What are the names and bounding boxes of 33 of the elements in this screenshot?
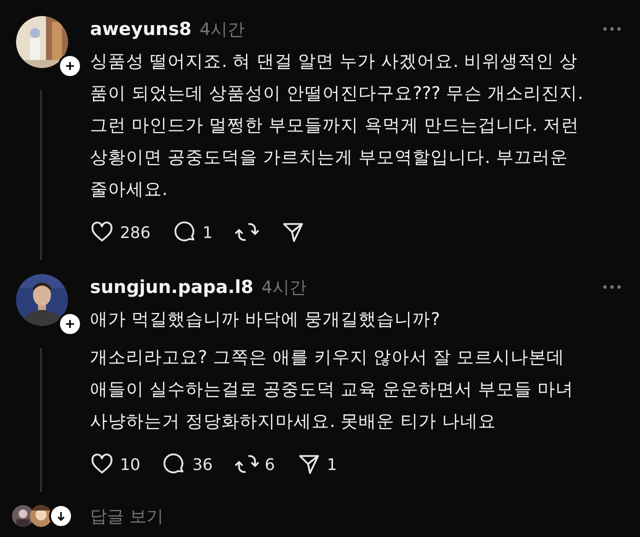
comment-text: 사냥하는거 정당화하지마세요. 못배운 티가 나네요 [90, 411, 496, 434]
plus-icon [65, 319, 75, 329]
down-arrow-icon [56, 511, 66, 521]
comment-text: 애들이 실수하는걸로 공중도덕 교육 운운하면서 부모들 마녀 [90, 379, 574, 402]
heart-icon[interactable] [90, 220, 114, 244]
repost-icon[interactable] [234, 220, 259, 244]
comment-icon[interactable] [172, 220, 197, 244]
comment-text: 개소리라고요? 그쪽은 애를 키우지 않아서 잘 모르시나본데 [90, 347, 565, 370]
repost-icon[interactable] [234, 452, 259, 476]
comment-text: 품이 되었는데 상품성이 안떨어진다구요??? 무슨 개소리진지. [90, 83, 584, 106]
action-count: 1 [326, 454, 338, 474]
timestamp: 4시간 [261, 276, 306, 298]
timestamp: 4시간 [200, 18, 244, 40]
action-count: 36 [192, 454, 213, 474]
comment-icon[interactable] [162, 452, 186, 476]
action-count: 1 [202, 222, 213, 242]
comment-text: 그런 마인드가 멀쩡한 부모들까지 욕먹게 만드는겁니다. 저런 [90, 115, 579, 138]
comment-text: 애가 먹길했습니까 바닥에 뭉개길했습니까? [90, 309, 440, 332]
view-replies-link[interactable]: 답글 보기 [90, 504, 164, 528]
comment-text: 싱품성 떨어지죠. 혀 댄걸 알면 누가 사겠어요. 비위생적인 상 [90, 51, 578, 74]
send-icon[interactable] [280, 220, 305, 244]
comment-text: 줄아세요. [90, 179, 168, 202]
action-count: 10 [120, 454, 140, 474]
action-count: 6 [264, 454, 275, 474]
send-icon[interactable] [296, 452, 321, 476]
username[interactable]: sungjun.papa.l8 [90, 276, 254, 298]
more-icon[interactable] [602, 285, 622, 289]
heart-icon[interactable] [90, 452, 114, 476]
plus-icon [65, 61, 75, 71]
comment-text: 상황이면 공중도덕을 가르치는게 부모역할입니다. 부끄러운 [90, 147, 568, 170]
action-count: 286 [120, 222, 151, 242]
more-icon[interactable] [602, 27, 622, 31]
username[interactable]: aweyuns8 [90, 18, 192, 40]
